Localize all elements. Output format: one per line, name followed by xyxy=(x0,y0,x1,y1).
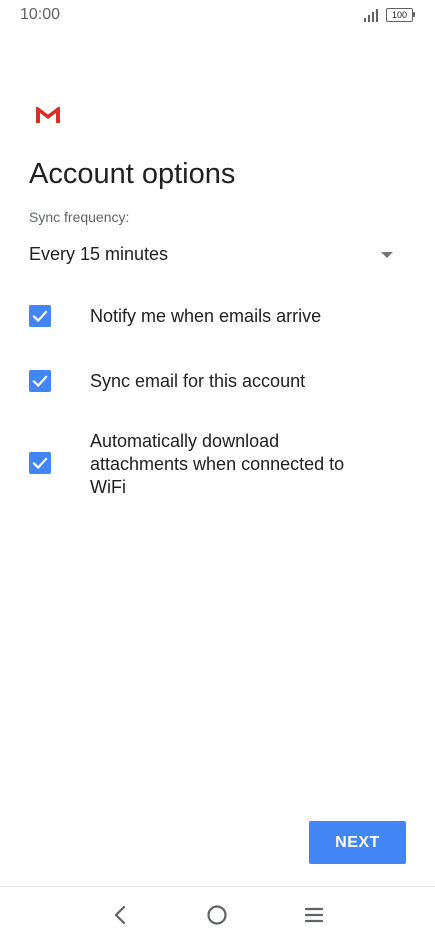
page-title: Account options xyxy=(29,158,236,190)
dropdown-arrow-icon xyxy=(381,252,393,258)
option-auto-download[interactable]: Automatically download attachments when … xyxy=(29,430,399,500)
battery-level: 100 xyxy=(386,8,413,22)
menu-icon[interactable] xyxy=(302,903,326,927)
check-icon xyxy=(32,375,48,388)
sync-frequency-value: Every 15 minutes xyxy=(29,244,169,264)
notify-label: Notify me when emails arrive xyxy=(90,306,322,326)
status-bar: 10:00 100 xyxy=(0,0,435,32)
gmail-icon xyxy=(36,107,60,123)
signal-icon xyxy=(364,9,378,22)
auto-download-label: Automatically download attachments when … xyxy=(90,431,345,497)
sync-frequency-select[interactable]: Every 15 minutes xyxy=(29,240,397,270)
option-notify[interactable]: Notify me when emails arrive xyxy=(29,305,399,329)
check-icon xyxy=(32,457,48,470)
back-icon[interactable] xyxy=(108,903,132,927)
next-button[interactable]: NEXT xyxy=(309,821,406,864)
auto-download-checkbox[interactable] xyxy=(29,452,51,474)
notify-checkbox[interactable] xyxy=(29,305,51,327)
sync-frequency-label: Sync frequency: xyxy=(29,209,130,225)
status-time: 10:00 xyxy=(20,6,61,23)
check-icon xyxy=(32,310,48,323)
navigation-bar xyxy=(0,886,435,944)
option-sync-email[interactable]: Sync email for this account xyxy=(29,370,399,394)
screen: 10:00 100 Account options Sync frequency… xyxy=(0,0,435,944)
battery-icon: 100 xyxy=(386,8,416,22)
home-icon[interactable] xyxy=(205,903,229,927)
sync-email-checkbox[interactable] xyxy=(29,370,51,392)
battery-tip xyxy=(413,12,415,17)
sync-email-label: Sync email for this account xyxy=(90,371,306,391)
